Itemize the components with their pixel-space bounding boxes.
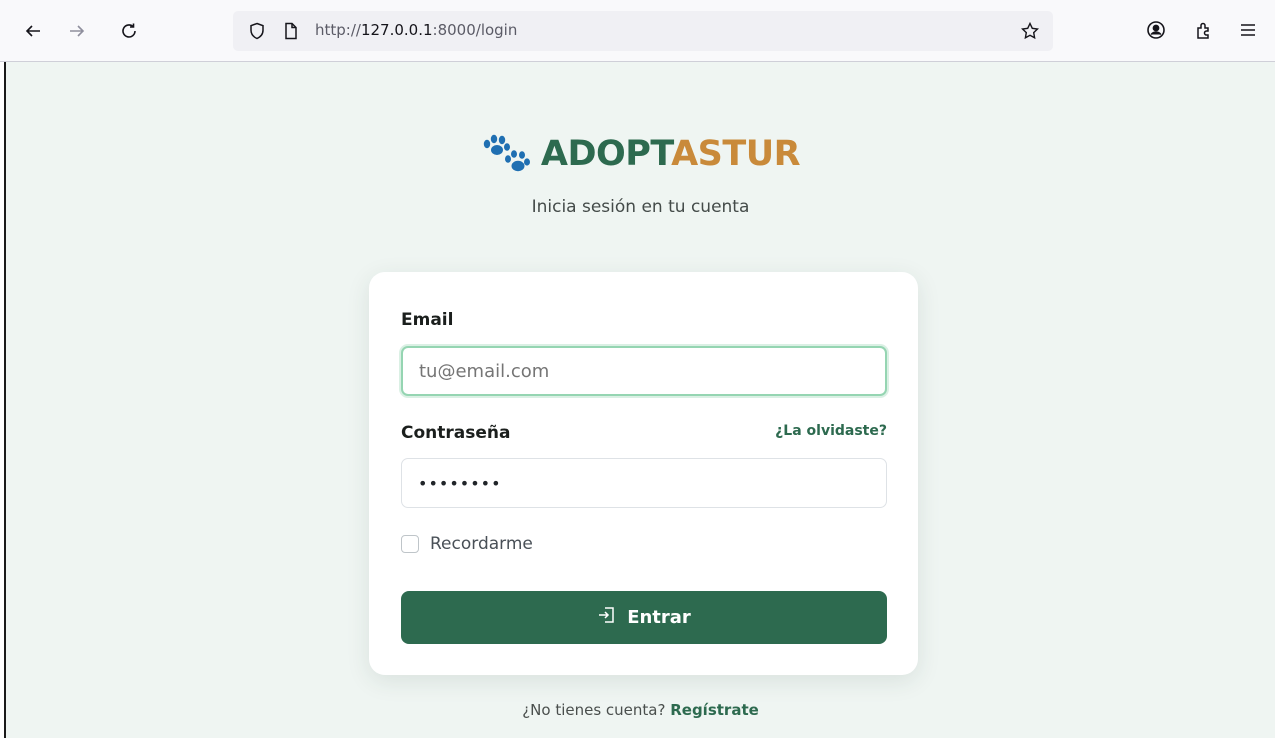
forgot-password-link[interactable]: ¿La olvidaste? [775,423,887,439]
login-button-label: Entrar [627,607,691,628]
login-icon [597,605,617,630]
back-icon[interactable] [19,17,47,45]
email-label: Email [401,310,454,330]
brand-name: ADOPTASTUR [540,134,801,174]
login-button[interactable]: Entrar [401,591,887,644]
account-icon[interactable] [1145,19,1167,41]
shield-icon[interactable] [248,22,266,40]
menu-icon[interactable] [1237,19,1259,41]
url-bar[interactable]: http://127.0.0.1:8000/login [233,11,1053,51]
register-link[interactable]: Regístrate [670,701,759,719]
email-field[interactable] [401,346,887,396]
password-field[interactable] [401,458,887,508]
register-prompt: ¿No tienes cuenta? Regístrate [6,701,1275,719]
remember-label[interactable]: Recordarme [430,534,533,554]
page-subtitle: Inicia sesión en tu cuenta [531,197,750,217]
brand-header: ADOPTASTUR [6,134,1275,178]
remember-row[interactable]: Recordarme [401,534,533,554]
browser-toolbar: http://127.0.0.1:8000/login [0,0,1275,62]
star-icon[interactable] [1020,21,1040,40]
page-viewport: ADOPTASTUR Inicia sesión en tu cuenta Em… [6,62,1275,738]
remember-checkbox[interactable] [401,535,419,553]
paw-icon [481,134,533,174]
reload-icon[interactable] [115,17,143,45]
login-card: Email Contraseña ¿La olvidaste? Recordar… [369,272,918,675]
url-text[interactable]: http://127.0.0.1:8000/login [315,21,517,39]
forward-icon[interactable] [63,17,91,45]
password-label: Contraseña [401,423,511,443]
page-icon [282,22,300,40]
register-prompt-text: ¿No tienes cuenta? [522,701,666,719]
extensions-icon[interactable] [1193,19,1215,41]
